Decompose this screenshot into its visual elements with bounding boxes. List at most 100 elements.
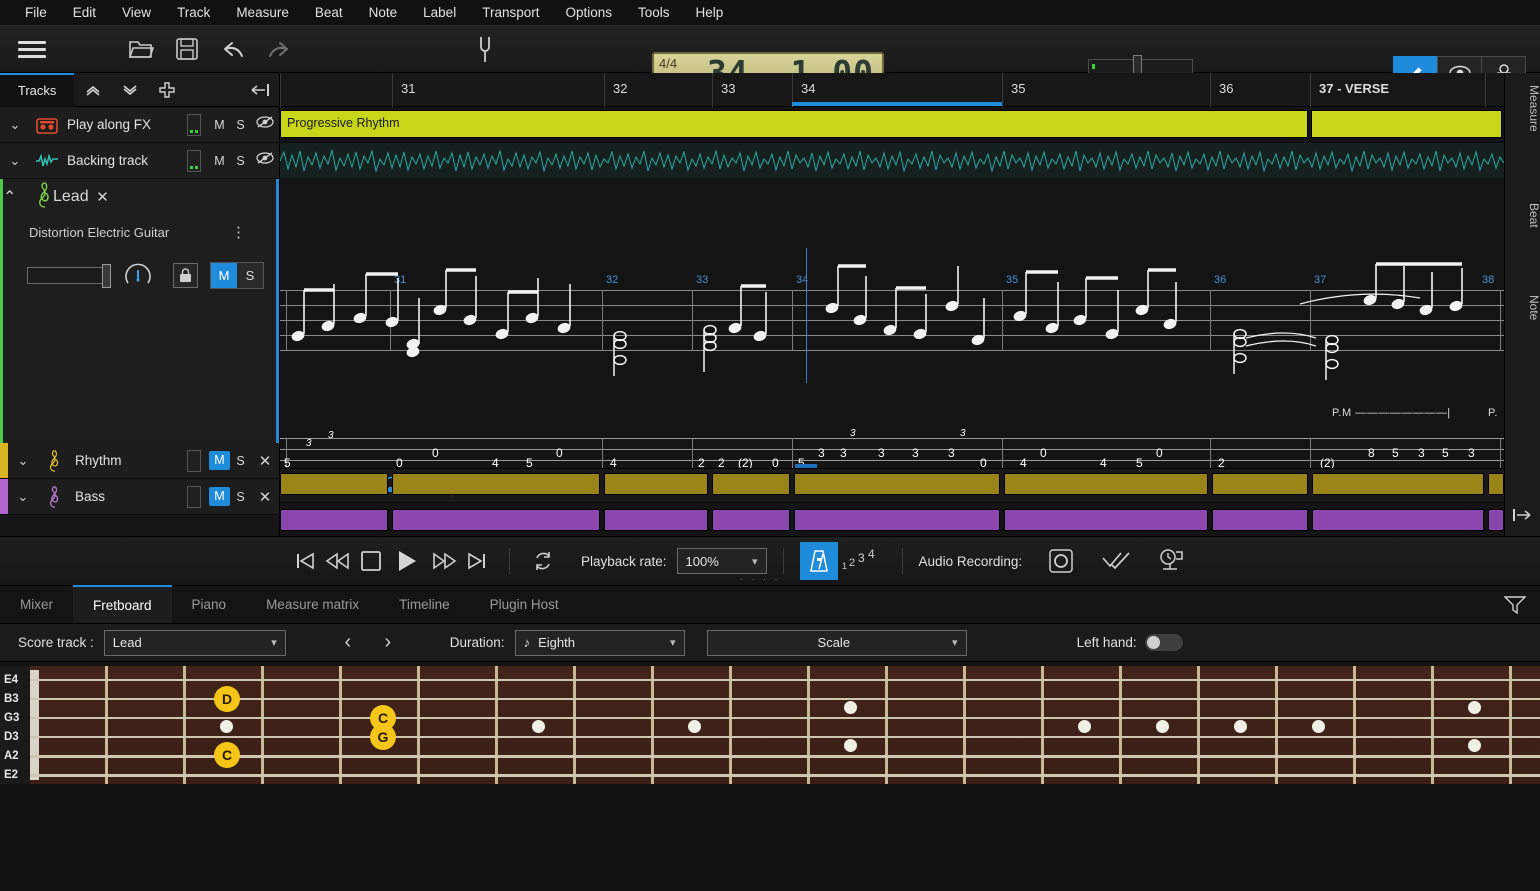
collapse-icon[interactable]	[1513, 507, 1533, 528]
solo-button[interactable]: S	[230, 154, 251, 168]
track-level-meter[interactable]	[187, 114, 201, 136]
solo-button-lead[interactable]: S	[237, 263, 263, 288]
menu-item-edit[interactable]: Edit	[60, 0, 109, 26]
duration-select[interactable]: ♪ Eighth ▾	[515, 630, 685, 656]
expand-chevron-icon[interactable]: ⌄	[8, 453, 38, 469]
track-level-meter[interactable]	[187, 150, 201, 172]
ruler-measure-36[interactable]: 36	[1210, 73, 1310, 107]
tab-number[interactable]: 3	[1418, 446, 1425, 460]
tab-number[interactable]: 0	[1040, 446, 1047, 460]
instrument-menu-icon[interactable]: ⋮	[231, 230, 246, 235]
tab-number[interactable]: 3	[840, 446, 847, 460]
fret-note-c2[interactable]: C	[214, 742, 240, 768]
mute-button[interactable]: M	[209, 451, 230, 470]
score-editor[interactable]: 31 32 33 34 35 36 37 38	[280, 178, 1504, 502]
clip-row-play-along-fx[interactable]: Progressive Rhythm Progressive Lead	[280, 107, 1504, 143]
ruler-measure-32[interactable]: 32	[604, 73, 712, 107]
menu-item-file[interactable]: File	[12, 0, 60, 26]
hide-eye-icon[interactable]	[251, 115, 279, 134]
menu-item-note[interactable]: Note	[356, 0, 411, 26]
add-track-icon[interactable]	[149, 73, 186, 107]
solo-button[interactable]: S	[230, 454, 251, 468]
tab-number[interactable]: 0	[1156, 446, 1163, 460]
tab-number[interactable]: 3	[818, 446, 825, 460]
drag-dots[interactable]: · · · ·	[740, 574, 781, 584]
solo-button[interactable]: S	[230, 118, 251, 132]
mute-button[interactable]: M	[209, 154, 230, 168]
tab-plugin-host[interactable]: Plugin Host	[470, 585, 579, 623]
expand-chevron-icon[interactable]: ⌄	[0, 153, 30, 169]
count-in-1234-icon[interactable]: 1234	[838, 544, 886, 578]
mute-button[interactable]: M	[209, 118, 230, 132]
fast-forward-button[interactable]	[427, 544, 460, 578]
loop-icon[interactable]	[526, 544, 559, 578]
ruler-measure-35[interactable]: 35	[1002, 73, 1210, 107]
filter-icon[interactable]	[1504, 595, 1526, 620]
menu-item-transport[interactable]: Transport	[469, 0, 552, 26]
move-up-icon[interactable]	[74, 73, 111, 107]
track-row-rhythm[interactable]: ⌄ Rhythm M S ✕	[0, 443, 279, 479]
lock-icon[interactable]	[173, 263, 198, 288]
timer-icon[interactable]	[1154, 544, 1187, 578]
tab-number[interactable]: 3	[912, 446, 919, 460]
rail-label-note[interactable]: Note	[1505, 295, 1540, 320]
tuning-fork-icon[interactable]	[462, 29, 508, 69]
track-panel-lead[interactable]: ⌃ Lead ✕ Distortion Electric Guitar ⋮	[0, 179, 279, 443]
play-button[interactable]	[387, 544, 427, 578]
tab-piano[interactable]: Piano	[172, 585, 247, 623]
menu-item-beat[interactable]: Beat	[302, 0, 356, 26]
fretboard-view[interactable]: E4 B3 G3 D3 A2 E2	[0, 666, 1540, 784]
menu-item-measure[interactable]: Measure	[223, 0, 302, 26]
rewind-button[interactable]	[321, 544, 354, 578]
track-level-meter[interactable]	[187, 450, 201, 472]
menu-item-help[interactable]: Help	[683, 0, 737, 26]
stop-button[interactable]	[354, 544, 387, 578]
menu-item-track[interactable]: Track	[164, 0, 223, 26]
redo-icon[interactable]	[256, 29, 302, 69]
chevron-right-icon[interactable]: ›	[368, 631, 408, 654]
ruler-measure-38[interactable]	[1485, 73, 1504, 107]
audio-waveform[interactable]	[280, 143, 1504, 179]
tab-number[interactable]: 0	[432, 446, 439, 460]
track-row-play-along-fx[interactable]: ⌄ Play along FX M S	[0, 107, 279, 143]
record-circle-icon[interactable]	[1044, 544, 1077, 578]
expand-chevron-icon[interactable]: ⌄	[8, 489, 38, 505]
menu-item-label[interactable]: Label	[410, 0, 469, 26]
undo-icon[interactable]	[210, 29, 256, 69]
tab-number[interactable]: 5	[1392, 446, 1399, 460]
rail-label-measure[interactable]: Measure	[1505, 85, 1540, 132]
solo-button[interactable]: S	[230, 490, 251, 504]
tab-number[interactable]: 3	[878, 446, 885, 460]
tab-number[interactable]: 3	[1468, 446, 1475, 460]
mute-button-lead[interactable]: M	[211, 263, 237, 288]
track-row-bass[interactable]: ⌄ Bass M S ✕	[0, 479, 279, 515]
tab-number[interactable]: 5	[1442, 446, 1449, 460]
playback-rate-select[interactable]: 100% ▾	[677, 548, 767, 574]
menu-item-view[interactable]: View	[109, 0, 164, 26]
close-icon[interactable]: ✕	[251, 452, 279, 470]
left-hand-toggle[interactable]	[1145, 634, 1183, 651]
clip-row-rhythm[interactable]	[280, 467, 1504, 503]
menu-item-tools[interactable]: Tools	[625, 0, 683, 26]
tab-number[interactable]: 0	[556, 446, 563, 460]
clip-segment[interactable]	[1311, 110, 1502, 138]
open-folder-icon[interactable]	[118, 29, 164, 69]
hamburger-menu-icon[interactable]	[18, 37, 46, 62]
score-track-select[interactable]: Lead ▾	[104, 630, 286, 656]
ruler-measure-31[interactable]: 31	[392, 73, 604, 107]
menu-item-options[interactable]: Options	[552, 0, 625, 26]
hide-eye-icon[interactable]	[251, 151, 279, 170]
tab-fretboard[interactable]: Fretboard	[73, 585, 172, 623]
close-icon[interactable]: ✕	[89, 188, 117, 206]
ruler-measure-30[interactable]	[280, 73, 392, 107]
measure-ruler[interactable]: 31 32 33 34 35 36 37 - VERSE	[280, 73, 1504, 107]
mute-button[interactable]: M	[209, 487, 230, 506]
pan-knob[interactable]	[123, 260, 153, 290]
fret-note-g[interactable]: G	[370, 724, 396, 750]
expand-chevron-icon[interactable]: ⌄	[0, 117, 30, 133]
clip-progressive-rhythm[interactable]: Progressive Rhythm	[280, 110, 1308, 138]
track-level-meter[interactable]	[187, 486, 201, 508]
clip-row-bass[interactable]	[280, 503, 1504, 536]
scale-select[interactable]: Scale ▾	[707, 630, 967, 656]
skip-to-start-button[interactable]	[288, 544, 321, 578]
